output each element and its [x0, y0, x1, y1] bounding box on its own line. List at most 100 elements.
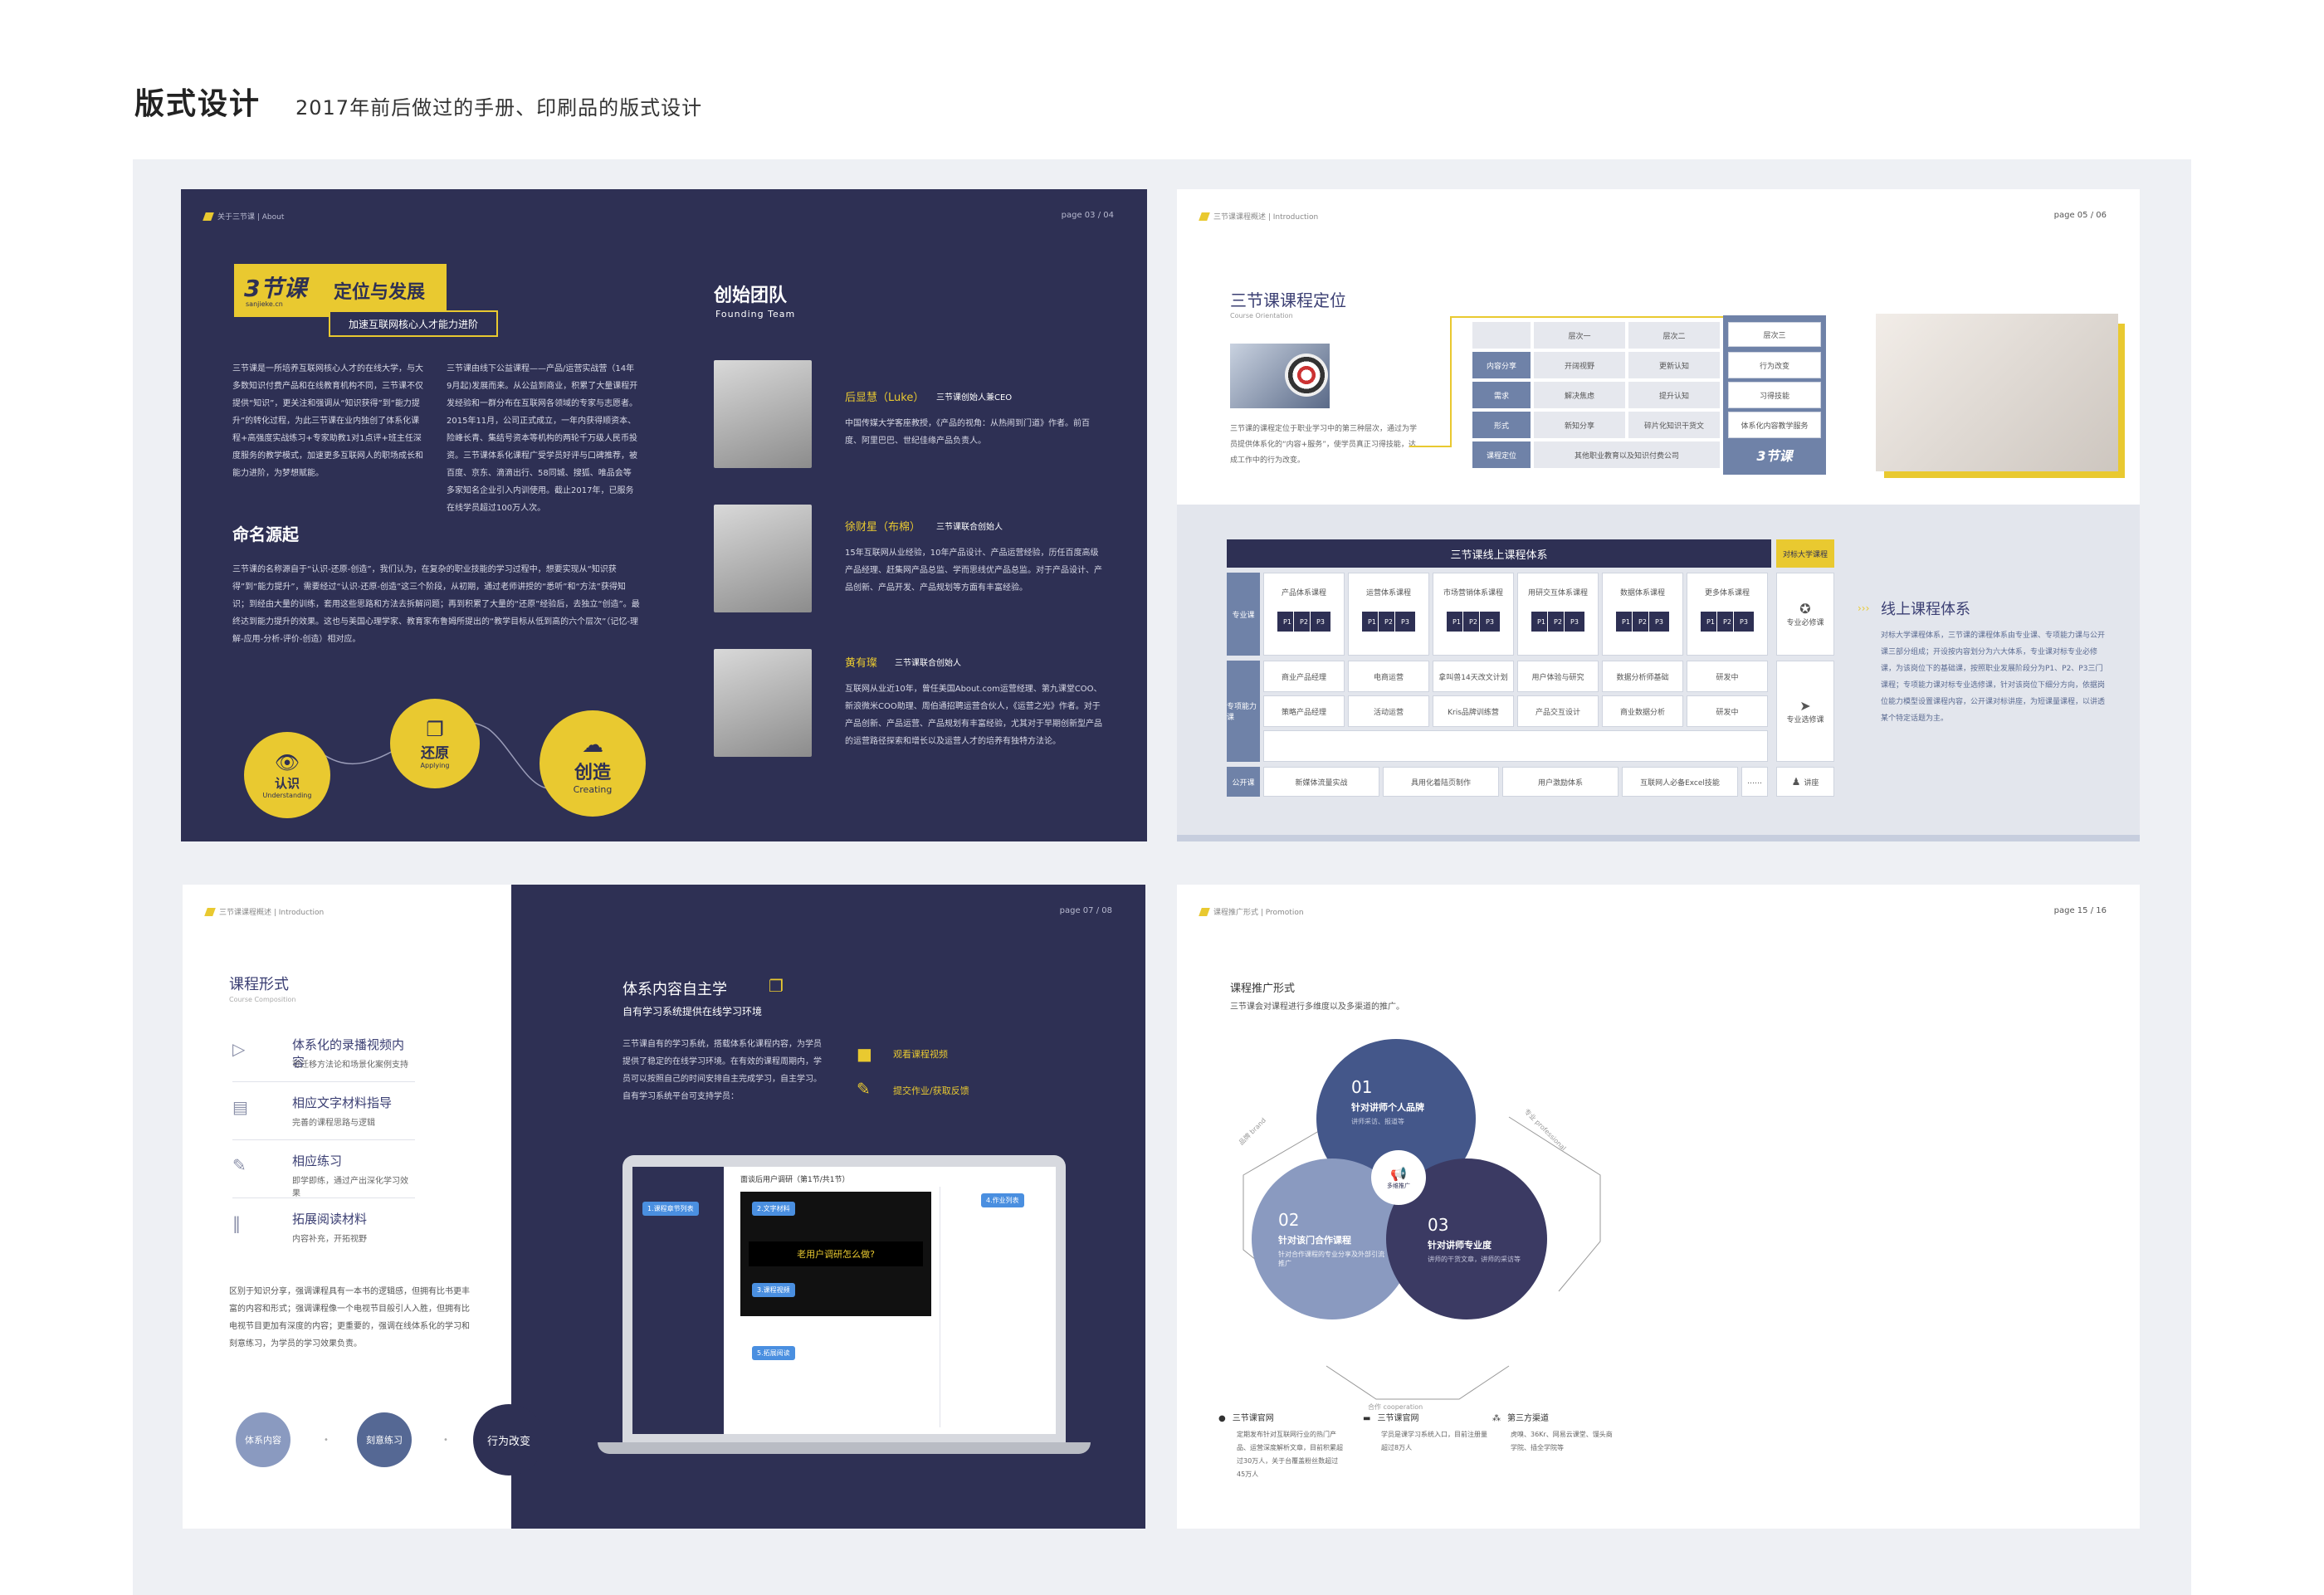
callout-5: 5.拓展阅读	[752, 1346, 795, 1360]
section-title: 课程形式	[229, 976, 289, 993]
page-number: page 05 / 06	[2053, 211, 2107, 220]
stage-creating: ☁ 创造 Creating	[540, 710, 646, 817]
intro-paragraph-1: 三节课是一所培养互联网核心人才的在线大学，与大多数知识付费产品和在线教育机构不同…	[232, 364, 423, 478]
naming-paragraph: 三节课的名称源自于“认识-还原-创造”，我们认为，在复杂的职业技能的学习过程中，…	[232, 565, 640, 644]
member-name-2: 徐财星（布棉）	[845, 521, 921, 534]
row-label-skill: 专项能力课	[1227, 661, 1260, 762]
pencil-icon: ✎	[232, 1155, 247, 1175]
eye-icon: 👁	[274, 751, 300, 774]
brain-icon: ☁	[582, 732, 603, 758]
section-title: 课程推广形式	[1230, 983, 1296, 995]
member-photo-1	[714, 360, 812, 468]
page-number: page 15 / 16	[2053, 906, 2107, 915]
member-photo-2	[714, 505, 812, 612]
video-icon: ▷	[232, 1039, 246, 1059]
right-paragraph: 三节课自有的学习系统，搭载体系化课程内容，为学员提供了稳定的在线学习环境。在有效…	[622, 1040, 822, 1101]
breadcrumb: 三节课课程概述 | Introduction	[204, 906, 324, 917]
star-icon: ✪	[1799, 601, 1811, 617]
title-banner: 3节课 sanjieke.cn 定位与发展	[234, 264, 447, 317]
flow-step-2: 刻意练习	[357, 1412, 412, 1467]
team-title: 创始团队	[714, 285, 788, 306]
arrow-icon: ›››	[1858, 602, 1870, 614]
user-icon: ●	[1218, 1414, 1226, 1423]
feature-video: 观看课程视频	[893, 1049, 948, 1060]
naming-title: 命名源起	[232, 524, 299, 544]
level-matrix: 层次一 层次二 层次三 内容分享 开阔视野 更新认知 行为改变 需求 解决焦虑 …	[1472, 315, 1834, 475]
row-label-pro: 专业课	[1227, 573, 1260, 656]
laptop-base	[598, 1442, 1091, 1454]
podium-icon: ♟	[1791, 776, 1801, 788]
copy-icon: ❐	[426, 718, 444, 741]
system-tag: 对标大学课程	[1776, 539, 1834, 568]
member-bio-2: 15年互联网从业经验，10年产品设计、产品运营经验，历任百度高级产品经理、赶集网…	[845, 549, 1102, 593]
row-label-open: 公开课	[1227, 767, 1260, 797]
pro-course-row: 产品体系课程 P1 P2 P3 运营体系课程 P1 P2 P3 市场营销体系课程 P1 P2 P3…	[1263, 573, 1771, 656]
channel-1: ● 三节课官网 定期发布针对互联网行业的热门产品、运营深度解析文章，目前积累超过3…	[1218, 1414, 1343, 1478]
side-required: ✪ 专业必修课	[1776, 573, 1834, 656]
spread-composition[interactable]: 三节课课程概述 | Introduction page 07 / 08 课程形式…	[183, 885, 1145, 1529]
matrix-header-2: 层次二	[1628, 322, 1720, 349]
breadcrumb: 课程推广形式 | Promotion	[1199, 906, 1304, 917]
monitor-icon: ▬	[1363, 1414, 1371, 1423]
spread-about[interactable]: 关于三节课 | About page 03 / 04 3节课 sanjieke.…	[181, 189, 1147, 841]
member-role-1: 三节课创始人兼CEO	[936, 393, 1013, 402]
document-icon: ▤	[232, 1097, 248, 1117]
side-elective: ➤ 专业选修课	[1776, 661, 1834, 762]
open-course-row: 新媒体流量实战 具用化着陆页制作 用户激励体系 互联网人必备Excel技能 ……	[1263, 767, 1771, 797]
callout-4: 4.作业列表	[981, 1193, 1024, 1207]
side-lecture: ♟ 讲座	[1776, 767, 1834, 797]
copy-icon: ❐	[769, 976, 784, 996]
right-subtitle: 自有学习系统提供在线学习环境	[622, 1006, 763, 1017]
screen-banner: 老用户调研怎么做?	[749, 1241, 923, 1266]
section-subtitle: Course Orientation	[1230, 312, 1293, 319]
stage-understanding: 👁 认识 Understanding	[244, 732, 330, 818]
system-title: 三节课线上课程体系	[1227, 539, 1771, 568]
laptop-screen: 面谈后用户调研（第1节/共1节） 老用户调研怎么做? 1.课程章节列表 2.文字…	[632, 1167, 1056, 1434]
section-title: 定位与发展	[334, 282, 426, 303]
member-role-3: 三节课联合创始人	[895, 659, 961, 668]
skill-course-grid: 商业产品经理 电商运营 拿叫兽14天改文计划 用户体验与研究 数据分析师基础 研…	[1263, 661, 1771, 762]
page-number: page 03 / 04	[1061, 211, 1114, 220]
center-hub: 📢 多维推广	[1371, 1150, 1426, 1205]
intro-paragraph-2: 三节课由线下公益课程——产品/运营实战营（14年9月起)发展而来。从公益到商业，…	[447, 364, 638, 513]
video-camera-icon: ■	[857, 1044, 872, 1064]
target-image	[1230, 344, 1330, 408]
online-title: 线上课程体系	[1881, 601, 1970, 618]
callout-1: 1.课程章节列表	[642, 1202, 699, 1216]
books-icon: ‖	[232, 1213, 241, 1233]
pen-icon: ✎	[857, 1079, 871, 1099]
member-role-2: 三节课联合创始人	[936, 523, 1003, 532]
megaphone-icon: 📢	[1390, 1165, 1407, 1182]
callout-3: 3.课程视频	[752, 1283, 795, 1297]
cursor-icon: ➤	[1799, 698, 1811, 714]
team-subtitle: Founding Team	[715, 309, 796, 319]
logo-url: sanjieke.cn	[246, 300, 283, 308]
breadcrumb: 三节课课程概述 | Introduction	[1199, 211, 1318, 222]
channel-3: ⁂ 第三方渠道 虎嗅、36Kr、网易云课堂、馒头商学院、插全学院等	[1492, 1414, 1613, 1451]
section-subtitle: Course Composition	[229, 996, 296, 1003]
section-desc: 三节课会对课程进行多维度以及多渠道的推广。	[1230, 1002, 1404, 1012]
member-bio-3: 互联网从业近10年，曾任美国About.com运营经理、第九课堂COO、新浪微米…	[845, 685, 1102, 746]
spread-promotion[interactable]: 课程推广形式 | Promotion page 15 / 16 课程推广形式 三…	[1177, 885, 2140, 1529]
tagline: 加速互联网核心人才能力进阶	[329, 310, 498, 337]
composition-paragraph: 区别于知识分享，强调课程具有一本书的逻辑感，但拥有比书更丰富的内容和形式；强调课…	[229, 1287, 470, 1349]
format-item-practice: ✎ 相应练习 即学即练，通过产出深化学习效果	[232, 1149, 415, 1198]
share-icon: ⁂	[1492, 1414, 1501, 1423]
channel-2: ▬ 三节课官网 学员是课学习系统入口，目前注册量超过8万人	[1363, 1414, 1487, 1451]
member-bio-1: 中国传媒大学客座教授，《产品的视角：从热闹到门道》作者。前百度、阿里巴巴、世纪佳…	[845, 419, 1090, 446]
page-subheading: 2017年前后做过的手册、印刷品的版式设计	[295, 96, 703, 120]
stage-applying: ❐ 还原 Applying	[390, 699, 480, 788]
target-icon	[1285, 354, 1328, 397]
typing-photo	[1876, 314, 2118, 471]
matrix-header-1: 层次一	[1534, 322, 1625, 349]
member-name-1: 后显慧（Luke）	[845, 392, 925, 404]
format-item-reading: ‖ 拓展阅读材料 内容补充，开拓视野	[232, 1212, 368, 1244]
page-number: page 07 / 08	[1059, 906, 1112, 915]
spread-orientation[interactable]: 三节课课程概述 | Introduction page 05 / 06 三节课课…	[1177, 189, 2140, 841]
format-item-text: ▤ 相应文字材料指导 完善的课程思路与逻辑	[232, 1090, 415, 1140]
breadcrumb: 关于三节课 | About	[203, 211, 284, 222]
matrix-header-3: 层次三	[1728, 322, 1821, 347]
laptop-frame: 面谈后用户调研（第1节/共1节） 老用户调研怎么做? 1.课程章节列表 2.文字…	[622, 1155, 1066, 1442]
page-heading: 版式设计	[134, 87, 261, 121]
flow-step-1: 体系内容	[236, 1412, 290, 1467]
